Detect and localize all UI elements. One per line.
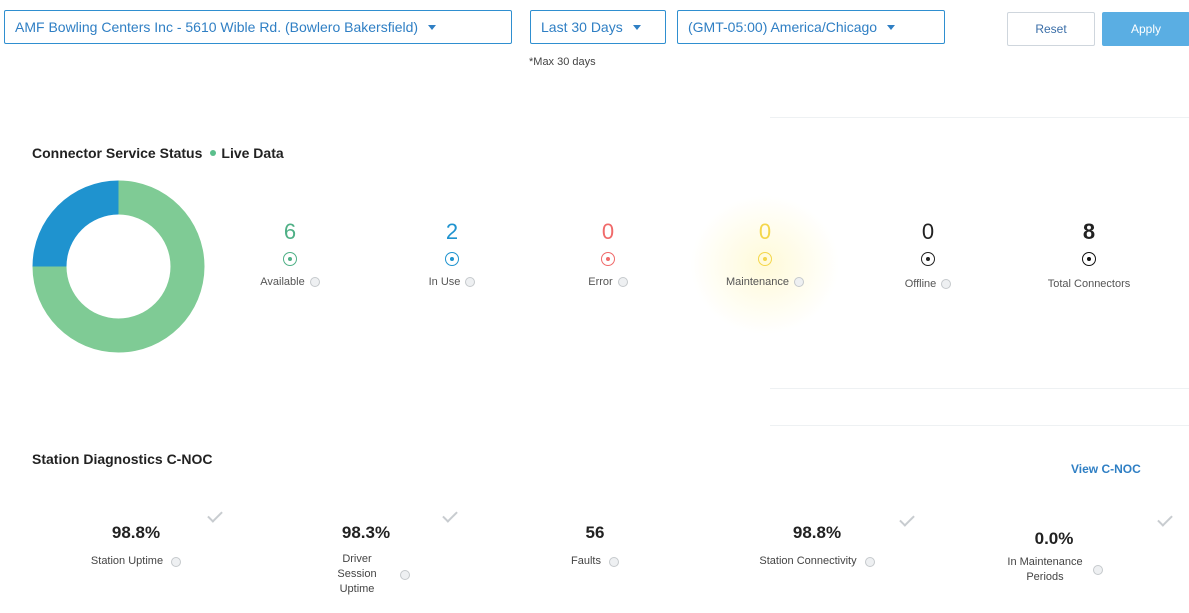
stat-in-use: 2 In Use bbox=[382, 218, 522, 288]
stat-maintenance: 0 Maintenance bbox=[695, 218, 835, 288]
divider bbox=[770, 425, 1189, 426]
donut-slice-in-use bbox=[32, 180, 119, 267]
stat-value: 8 bbox=[1082, 219, 1096, 244]
info-icon[interactable] bbox=[465, 277, 476, 287]
info-icon[interactable] bbox=[608, 556, 619, 567]
chevron-down-icon bbox=[632, 24, 641, 30]
divider bbox=[770, 117, 1189, 118]
live-dot-icon bbox=[210, 150, 217, 156]
metric-label: Station Uptime bbox=[90, 555, 164, 567]
stat-value: 2 bbox=[445, 219, 459, 244]
target-icon bbox=[283, 252, 297, 266]
stat-available: 6 Available bbox=[220, 218, 360, 288]
info-icon[interactable] bbox=[171, 556, 182, 567]
info-icon[interactable] bbox=[941, 279, 952, 289]
connector-status-title: Connector Service Status Live Data bbox=[32, 145, 284, 161]
metric-faults: 56 Faults bbox=[505, 520, 685, 569]
stat-value: 0 bbox=[921, 219, 935, 244]
stat-label: In Use bbox=[428, 276, 461, 288]
metric-value: 98.3% bbox=[341, 523, 391, 542]
metric-station-uptime: 98.8% Station Uptime bbox=[46, 520, 226, 569]
checkmark-icon bbox=[899, 511, 915, 527]
info-icon[interactable] bbox=[617, 277, 628, 287]
stat-value: 6 bbox=[283, 219, 297, 244]
stat-error: 0 Error bbox=[538, 218, 678, 288]
metric-value: 98.8% bbox=[111, 523, 161, 542]
live-data-label: Live Data bbox=[221, 145, 284, 161]
date-range-dropdown[interactable]: Last 30 Days bbox=[530, 10, 666, 44]
metric-value: 98.8% bbox=[792, 523, 842, 542]
stat-label: Offline bbox=[904, 278, 937, 290]
metric-label: Driver Session Uptime bbox=[337, 553, 377, 595]
checkmark-icon bbox=[1157, 511, 1173, 527]
timezone-dropdown[interactable]: (GMT-05:00) America/Chicago bbox=[677, 10, 945, 44]
stat-value: 0 bbox=[601, 219, 615, 244]
view-cnoc-link[interactable]: View C-NOC bbox=[1071, 462, 1141, 476]
target-icon bbox=[445, 252, 459, 266]
stat-value: 0 bbox=[758, 219, 772, 244]
metric-value: 0.0% bbox=[1034, 529, 1074, 548]
metric-label: In Maintenance Periods bbox=[1007, 556, 1083, 583]
divider bbox=[770, 388, 1189, 389]
stat-total-connectors: 8 Total Connectors bbox=[1019, 218, 1159, 290]
live-data-indicator: Live Data bbox=[210, 145, 284, 161]
info-icon[interactable] bbox=[1093, 565, 1103, 575]
info-icon[interactable] bbox=[400, 569, 410, 580]
reset-button[interactable]: Reset bbox=[1007, 12, 1095, 46]
stat-label: Total Connectors bbox=[1047, 278, 1131, 290]
target-icon bbox=[601, 252, 615, 266]
timezone-value: (GMT-05:00) America/Chicago bbox=[688, 19, 878, 35]
info-icon[interactable] bbox=[794, 277, 804, 287]
target-icon bbox=[1082, 252, 1096, 266]
target-icon bbox=[921, 252, 935, 266]
location-dropdown[interactable]: AMF Bowling Centers Inc - 5610 Wible Rd.… bbox=[4, 10, 512, 44]
stat-label: Error bbox=[588, 276, 613, 288]
connector-status-donut bbox=[32, 180, 205, 353]
apply-button[interactable]: Apply bbox=[1102, 12, 1189, 46]
metric-station-connectivity: 98.8% Station Connectivity bbox=[727, 520, 907, 569]
stat-offline: 0 Offline bbox=[858, 218, 998, 290]
info-icon[interactable] bbox=[309, 277, 320, 287]
stat-label: Maintenance bbox=[726, 276, 789, 288]
location-value: AMF Bowling Centers Inc - 5610 Wible Rd.… bbox=[15, 19, 419, 35]
info-icon[interactable] bbox=[864, 556, 875, 567]
metric-label: Station Connectivity bbox=[759, 555, 857, 567]
stat-label: Available bbox=[260, 276, 305, 288]
chevron-down-icon bbox=[887, 24, 896, 30]
diagnostics-title: Station Diagnostics C-NOC bbox=[32, 451, 213, 467]
metric-value: 56 bbox=[585, 523, 605, 542]
chevron-down-icon bbox=[428, 24, 437, 30]
max-days-note: *Max 30 days bbox=[529, 56, 596, 68]
section-title-text: Connector Service Status bbox=[32, 145, 203, 161]
target-icon bbox=[758, 252, 772, 266]
metric-driver-session-uptime: 98.3% Driver Session Uptime bbox=[276, 520, 456, 597]
metric-maintenance-periods: 0.0% In Maintenance Periods bbox=[964, 520, 1144, 585]
date-range-value: Last 30 Days bbox=[541, 19, 623, 35]
metric-label: Faults bbox=[571, 555, 601, 567]
